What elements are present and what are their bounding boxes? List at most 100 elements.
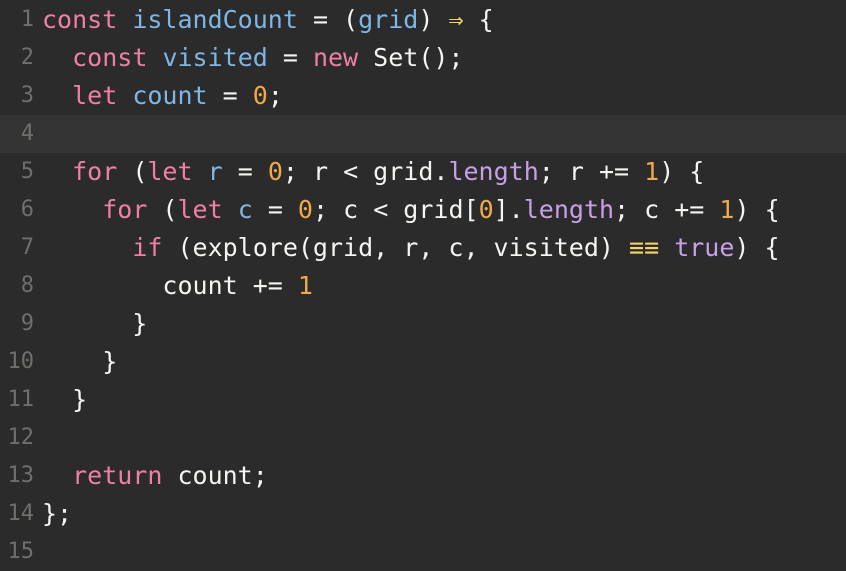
code-token: ) { [734, 195, 780, 224]
code-token: count; [162, 461, 268, 490]
code-token: 0 [267, 157, 283, 186]
code-line[interactable]: 7 if (explore(grid, r, c, visited) ≡≡ tr… [0, 229, 846, 267]
code-token: count [132, 81, 208, 110]
code-token: } [42, 309, 148, 338]
line-number: 5 [20, 159, 34, 184]
code-line[interactable]: 2 const visited = new Set(); [0, 39, 846, 77]
line-code: let count = 0; [42, 77, 283, 115]
line-code: }; [42, 495, 72, 533]
line-code: } [42, 343, 117, 381]
code-line[interactable]: 13 return count; [0, 457, 846, 495]
code-token: length [523, 195, 615, 224]
line-number: 11 [7, 387, 35, 412]
code-token: visited [162, 43, 268, 72]
line-number: 4 [20, 121, 34, 146]
line-number: 7 [20, 235, 34, 260]
code-line[interactable]: 11 } [0, 381, 846, 419]
line-number: 8 [20, 273, 34, 298]
code-token: 1 [719, 195, 735, 224]
line-number: 10 [7, 349, 35, 374]
line-code: } [42, 381, 87, 419]
line-number: 3 [20, 83, 34, 108]
line-code: return count; [42, 457, 268, 495]
line-number: 2 [20, 45, 34, 70]
code-token: new [312, 43, 359, 72]
code-token: 1 [297, 271, 313, 300]
code-token: ( [147, 195, 178, 224]
line-code: for (let r = 0; r < grid.length; r += 1)… [42, 153, 704, 191]
code-line[interactable]: 10 } [0, 343, 846, 381]
line-number: 13 [7, 463, 35, 488]
code-token: = [267, 43, 313, 72]
code-token: return [72, 461, 163, 490]
code-token: for [102, 195, 148, 224]
line-code: const islandCount = (grid) ⇒ { [42, 1, 494, 39]
code-line[interactable]: 3 let count = 0; [0, 77, 846, 115]
code-token: ; r += [538, 157, 645, 186]
code-token: const [42, 5, 118, 34]
line-number: 9 [20, 311, 34, 336]
code-token: ; c += [614, 195, 720, 224]
code-token: ( [117, 157, 148, 186]
code-token: = [222, 157, 268, 186]
code-line[interactable]: 9 } [0, 305, 846, 343]
line-code: for (let c = 0; c < grid[0].length; c +=… [42, 191, 780, 229]
line-code: } [42, 305, 147, 343]
code-token: = [252, 195, 298, 224]
code-token: 0 [297, 195, 313, 224]
line-number: 6 [20, 197, 34, 222]
line-number: 12 [7, 425, 35, 450]
code-token: 0 [478, 195, 494, 224]
code-line[interactable]: 1 const islandCount = (grid) ⇒ { [0, 1, 846, 39]
line-code: if (explore(grid, r, c, visited) ≡≡ true… [42, 229, 780, 267]
line-number: 1 [20, 7, 34, 32]
code-token: const [72, 43, 148, 72]
code-token: 0 [252, 81, 268, 110]
code-token: ≡≡ [629, 233, 660, 262]
code-line[interactable]: 12 [0, 419, 846, 457]
code-token: { [463, 5, 494, 34]
code-token: ) { [659, 157, 705, 186]
code-token: let [177, 195, 223, 224]
code-token: } [42, 347, 118, 376]
code-token: ; c < grid[ [312, 195, 479, 224]
code-token: let [147, 157, 193, 186]
code-token: ) { [734, 233, 780, 262]
code-token: }; [42, 499, 73, 528]
code-token: ⇒ [448, 5, 464, 34]
code-line[interactable]: 8 count += 1 [0, 267, 846, 305]
code-line[interactable]: 5 for (let r = 0; r < grid.length; r += … [0, 153, 846, 191]
code-token: = ( [297, 5, 359, 34]
code-line[interactable]: 14}; [0, 495, 846, 533]
code-line[interactable]: 15 [0, 533, 846, 571]
code-token: (explore(grid, r, c, visited) [162, 233, 630, 262]
code-token: length [448, 157, 539, 186]
code-line[interactable]: 6 for (let c = 0; c < grid[0].length; c … [0, 191, 846, 229]
line-code: const visited = new Set(); [42, 39, 463, 77]
code-token: grid [358, 5, 419, 34]
code-editor[interactable]: 1 const islandCount = (grid) ⇒ {2 const v… [0, 0, 846, 564]
code-token: islandCount [132, 5, 298, 34]
code-token: if [132, 233, 163, 262]
code-token: Set(); [358, 43, 464, 72]
code-line[interactable]: 4 [0, 115, 846, 153]
code-token: r [207, 157, 223, 186]
code-token: ; r < grid. [282, 157, 449, 186]
line-number: 15 [7, 539, 35, 564]
line-number: 14 [7, 501, 35, 526]
code-token: let [72, 81, 118, 110]
code-token: 1 [644, 157, 660, 186]
line-code: count += 1 [42, 267, 313, 305]
code-token: ; [267, 81, 283, 110]
